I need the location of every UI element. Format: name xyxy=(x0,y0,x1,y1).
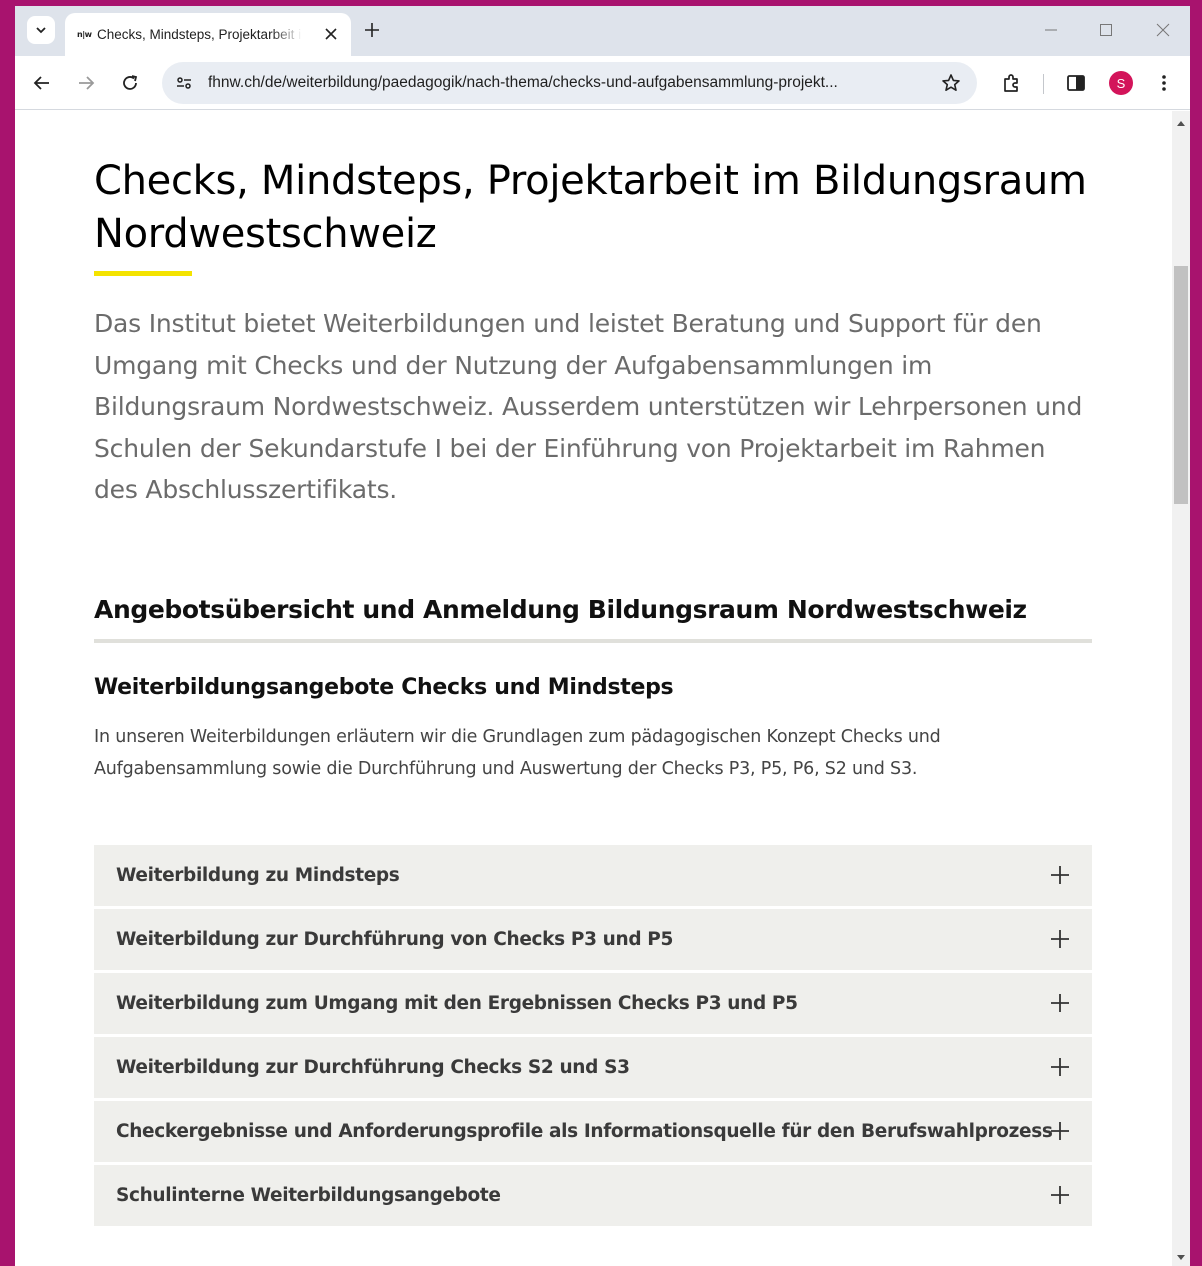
more-icon[interactable] xyxy=(1153,72,1175,94)
tab-search-button[interactable] xyxy=(27,16,55,44)
side-panel-icon[interactable] xyxy=(1065,72,1087,94)
browser-toolbar: fhnw.ch/de/weiterbildung/paedagogik/nach… xyxy=(15,56,1190,110)
accordion-item-mindsteps[interactable]: Weiterbildung zu Mindsteps xyxy=(94,845,1092,906)
tab-strip: n|w Checks, Mindsteps, Projektarbeit im … xyxy=(15,6,1190,56)
extensions-icon[interactable] xyxy=(1000,72,1022,94)
accordion-item-ergebnisse-p3-p5[interactable]: Weiterbildung zum Umgang mit den Ergebni… xyxy=(94,973,1092,1034)
active-tab[interactable]: n|w Checks, Mindsteps, Projektarbeit im … xyxy=(65,13,351,56)
accordion: Weiterbildung zu Mindsteps Weiterbildung… xyxy=(94,845,1092,1229)
plus-icon[interactable] xyxy=(1050,1057,1070,1077)
description-paragraph: In unseren Weiterbildungen erläutern wir… xyxy=(94,727,941,779)
plus-icon[interactable] xyxy=(1050,865,1070,885)
subheading: Weiterbildungsangebote Checks und Mindst… xyxy=(94,675,674,700)
accordion-item-durchfuehrung-s2-s3[interactable]: Weiterbildung zur Durchführung Checks S2… xyxy=(94,1037,1092,1098)
chevron-down-icon xyxy=(36,27,46,34)
new-tab-plus-icon[interactable] xyxy=(362,20,382,40)
accordion-label: Weiterbildung zu Mindsteps xyxy=(116,865,400,886)
site-info-icon[interactable] xyxy=(174,73,194,93)
section-heading: Angebotsübersicht und Anmeldung Bildungs… xyxy=(94,595,1027,624)
page-viewport: Checks, Mindsteps, Projektarbeit im Bild… xyxy=(15,111,1172,1266)
accordion-item-schulintern[interactable]: Schulinterne Weiterbildungsangebote xyxy=(94,1165,1092,1226)
window-close-icon[interactable] xyxy=(1153,20,1173,40)
plus-icon[interactable] xyxy=(1050,929,1070,949)
close-icon[interactable] xyxy=(323,26,339,42)
tab-title: Checks, Mindsteps, Projektarbeit im Bild… xyxy=(97,27,302,42)
scroll-up-arrow-icon[interactable] xyxy=(1177,121,1185,126)
toolbar-separator xyxy=(1043,74,1044,94)
back-icon[interactable] xyxy=(31,72,53,94)
accordion-label: Schulinterne Weiterbildungsangebote xyxy=(116,1185,501,1206)
plus-icon[interactable] xyxy=(1050,1185,1070,1205)
accordion-label: Weiterbildung zur Durchführung von Check… xyxy=(116,929,674,950)
address-bar[interactable]: fhnw.ch/de/weiterbildung/paedagogik/nach… xyxy=(162,62,977,104)
scroll-thumb[interactable] xyxy=(1174,266,1188,504)
accordion-label: Weiterbildung zur Durchführung Checks S2… xyxy=(116,1057,630,1078)
plus-icon[interactable] xyxy=(1050,1121,1070,1141)
section-divider xyxy=(94,639,1092,643)
profile-avatar[interactable]: S xyxy=(1109,71,1133,95)
plus-icon[interactable] xyxy=(1050,993,1070,1013)
forward-icon[interactable] xyxy=(75,72,97,94)
lead-paragraph: Das Institut bietet Weiterbildungen und … xyxy=(94,309,1083,505)
minimize-icon[interactable] xyxy=(1041,20,1061,40)
site-favicon: n|w xyxy=(77,30,92,39)
star-icon[interactable] xyxy=(941,73,961,93)
accordion-item-durchfuehrung-p3-p5[interactable]: Weiterbildung zur Durchführung von Check… xyxy=(94,909,1092,970)
reload-icon[interactable] xyxy=(119,72,141,94)
accordion-item-berufswahl[interactable]: Checkergebnisse und Anforderungsprofile … xyxy=(94,1101,1092,1162)
browser-window: n|w Checks, Mindsteps, Projektarbeit im … xyxy=(15,6,1190,1266)
accordion-label: Weiterbildung zum Umgang mit den Ergebni… xyxy=(116,993,798,1014)
url-text[interactable]: fhnw.ch/de/weiterbildung/paedagogik/nach… xyxy=(208,74,930,92)
maximize-icon[interactable] xyxy=(1096,20,1116,40)
scroll-down-arrow-icon[interactable] xyxy=(1177,1255,1185,1260)
page-title: Checks, Mindsteps, Projektarbeit im Bild… xyxy=(94,158,1087,257)
page-scrollbar[interactable] xyxy=(1172,111,1190,1266)
accordion-label: Checkergebnisse und Anforderungsprofile … xyxy=(116,1121,1053,1142)
title-accent-bar xyxy=(94,271,192,276)
